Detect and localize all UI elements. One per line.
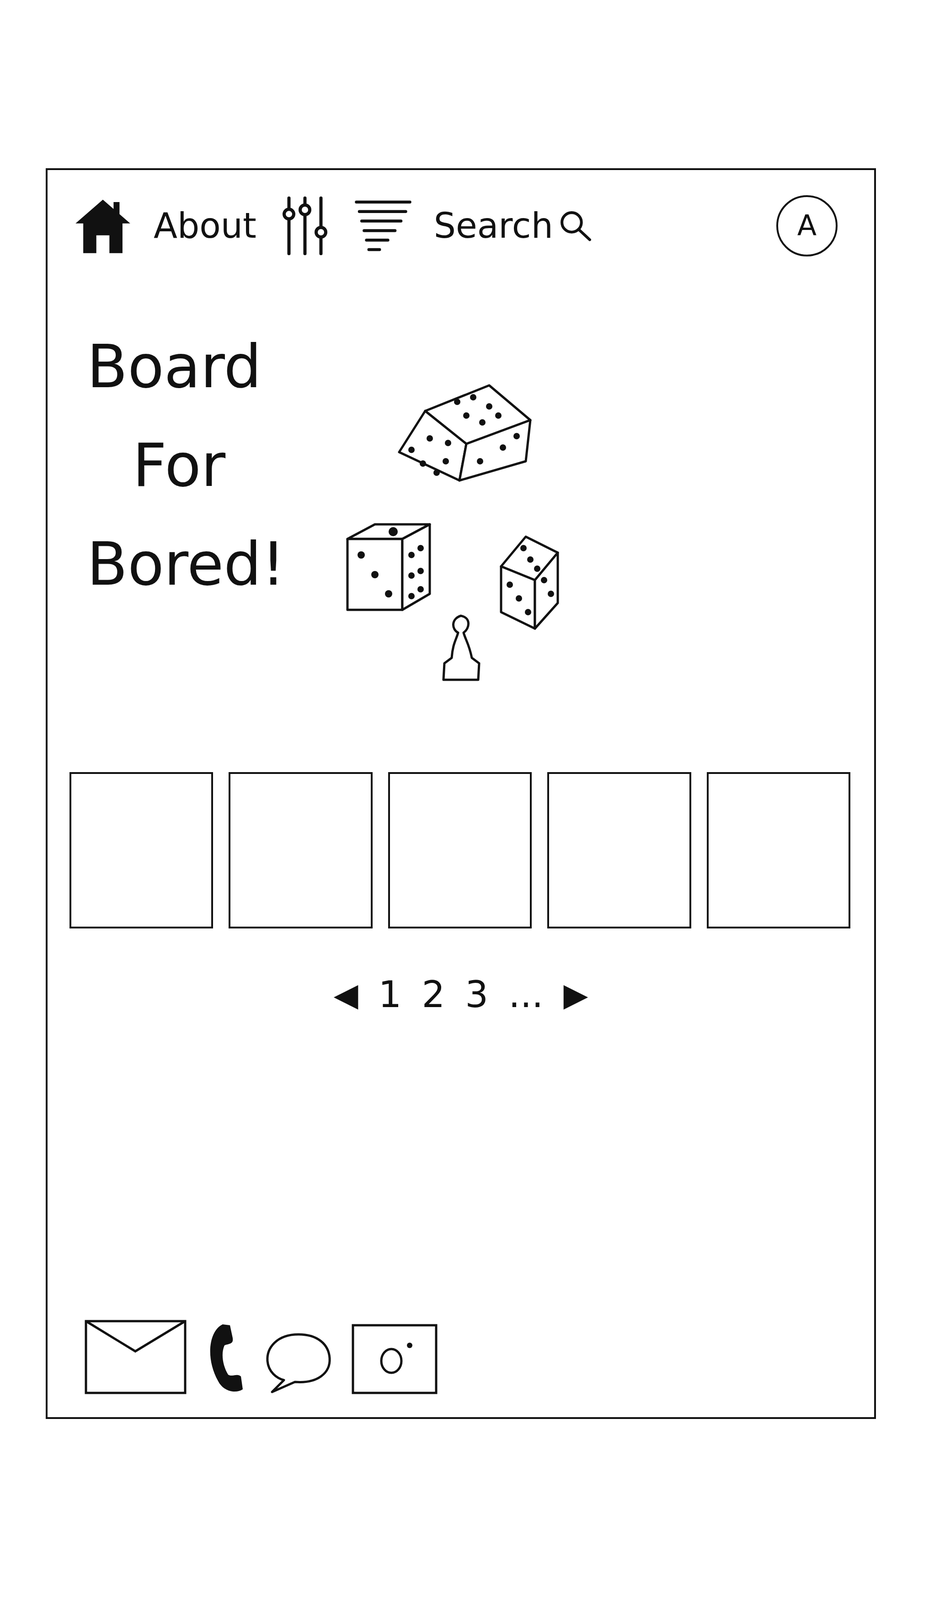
search-icon[interactable] xyxy=(557,208,593,244)
avatar-initial: A xyxy=(797,211,817,241)
hero: BoardForBored! xyxy=(47,317,875,686)
title-line: Board xyxy=(86,317,343,417)
about-link[interactable]: About xyxy=(153,204,257,247)
next-page-button[interactable]: ▶ xyxy=(563,975,589,1015)
prev-page-button[interactable]: ◀ xyxy=(333,975,359,1015)
top-nav: About Search A xyxy=(47,170,875,258)
page-frame: About Search A BoardForBored! xyxy=(45,168,876,1420)
pagination: ◀ 123... ▶ xyxy=(47,972,875,1017)
title-line: For xyxy=(86,416,343,515)
camera-icon[interactable] xyxy=(351,1321,438,1395)
page-number[interactable]: 3 xyxy=(464,972,489,1017)
dice-icon xyxy=(342,383,586,686)
chat-icon[interactable] xyxy=(262,1330,334,1395)
game-card[interactable] xyxy=(388,772,532,929)
sliders-icon[interactable] xyxy=(277,193,333,258)
game-card[interactable] xyxy=(228,772,373,929)
avatar[interactable]: A xyxy=(776,195,838,257)
hero-title: BoardForBored! xyxy=(86,317,343,686)
game-card[interactable] xyxy=(69,772,214,929)
page-number[interactable]: 1 xyxy=(378,972,402,1017)
footer xyxy=(47,1319,875,1418)
title-line: Bored! xyxy=(86,514,343,614)
home-icon[interactable] xyxy=(73,196,133,256)
phone-icon[interactable] xyxy=(204,1321,246,1395)
filter-icon[interactable] xyxy=(353,196,413,256)
search-box[interactable]: Search xyxy=(433,204,593,247)
game-card[interactable] xyxy=(547,772,691,929)
search-label[interactable]: Search xyxy=(433,204,554,247)
page-number[interactable]: 2 xyxy=(421,972,445,1017)
mail-icon[interactable] xyxy=(84,1319,187,1395)
page-ellipsis: ... xyxy=(508,972,544,1017)
card-row xyxy=(47,772,875,929)
game-card[interactable] xyxy=(706,772,851,929)
